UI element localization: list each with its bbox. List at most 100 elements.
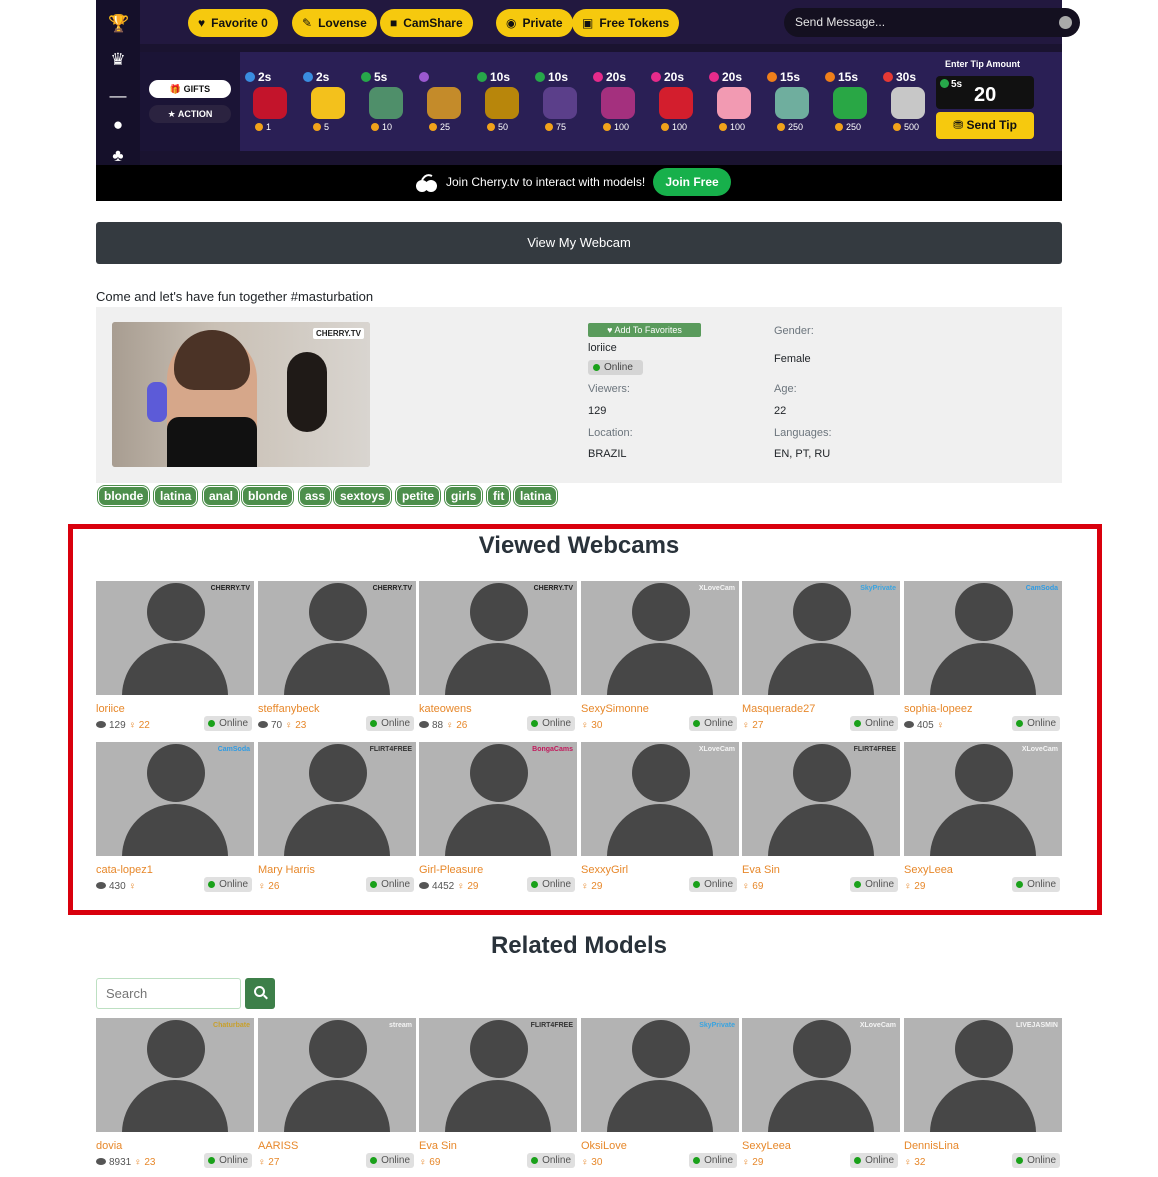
model-thumbnail[interactable]: FLIRT4FREE (742, 742, 900, 856)
gifts-tab[interactable]: 🎁 GIFTS (149, 80, 231, 98)
pill-0[interactable]: ♥ Favorite 0 (188, 9, 278, 37)
model-name[interactable]: Eva Sin (742, 864, 780, 876)
model-thumbnail[interactable]: XLoveCam (581, 742, 739, 856)
search-input[interactable] (96, 978, 241, 1009)
search-button[interactable] (245, 978, 275, 1009)
send-tip-button[interactable]: ⛃ Send Tip (936, 112, 1034, 139)
model-thumbnail[interactable]: SkyPrivate (581, 1018, 739, 1132)
model-card[interactable]: LIVEJASMIN DennisLina ♀ 32 Online (904, 1018, 1062, 1174)
model-name[interactable]: dovia (96, 1140, 122, 1152)
tip-amount-input[interactable]: 5s 20 (936, 76, 1034, 109)
model-name[interactable]: cata-lopez1 (96, 864, 153, 876)
gift-item[interactable]: 20s 100 (651, 70, 705, 140)
model-name[interactable]: Girl-Pleasure (419, 864, 483, 876)
gift-item[interactable]: 10s 50 (477, 70, 531, 140)
model-card[interactable]: stream AARISS ♀ 27 Online (258, 1018, 416, 1174)
add-to-favorites-button[interactable]: ♥ Add To Favorites (588, 323, 701, 337)
view-my-webcam-button[interactable]: View My Webcam (96, 222, 1062, 264)
minus-icon[interactable]: — (108, 86, 128, 106)
profile-thumbnail[interactable]: CHERRY.TV (112, 322, 370, 467)
tag-chip[interactable]: latina (152, 485, 199, 507)
pill-1[interactable]: ✎ Lovense (292, 9, 377, 37)
pill-3[interactable]: ◉ Private (496, 9, 573, 37)
tag-chip[interactable]: blonde (240, 485, 295, 507)
model-thumbnail[interactable]: XLoveCam (581, 581, 739, 695)
tag-chip[interactable]: petite (394, 485, 442, 507)
tag-chip[interactable]: sextoys (333, 485, 392, 507)
model-thumbnail[interactable]: stream (258, 1018, 416, 1132)
model-thumbnail[interactable]: FLIRT4FREE (258, 742, 416, 856)
tag-chip[interactable]: latina (512, 485, 559, 507)
tag-chip[interactable]: blonde (96, 485, 151, 507)
gift-item[interactable]: 30s 500 (883, 70, 937, 140)
pill-2[interactable]: ■ CamShare (380, 9, 473, 37)
model-name[interactable]: Masquerade27 (742, 703, 815, 715)
model-thumbnail[interactable]: FLIRT4FREE (419, 1018, 577, 1132)
gift-item[interactable]: 15s 250 (825, 70, 879, 140)
model-card[interactable]: CamSoda cata-lopez1 430 ♀ Online (96, 742, 254, 898)
gift-item[interactable]: 2s 5 (303, 70, 357, 140)
tag-chip[interactable]: fit (485, 485, 512, 507)
model-card[interactable]: FLIRT4FREE Eva Sin ♀ 69 Online (742, 742, 900, 898)
model-name[interactable]: SexySimonne (581, 703, 649, 715)
gift-item[interactable]: 5s 10 (361, 70, 415, 140)
model-thumbnail[interactable]: BongaCams (419, 742, 577, 856)
trophy-icon[interactable]: 🏆 (108, 14, 129, 34)
gift-price-label: 250 (788, 122, 804, 132)
send-message-input[interactable]: Send Message... (784, 8, 1080, 37)
gift-item[interactable]: 20s 100 (593, 70, 647, 140)
model-thumbnail[interactable]: CamSoda (904, 581, 1062, 695)
model-card[interactable]: CHERRY.TV steffanybeck 70 ♀ 23 Online (258, 581, 416, 737)
gift-item[interactable]: 25 (419, 70, 473, 140)
model-name[interactable]: sophia-lopeez (904, 703, 973, 715)
model-card[interactable]: XLoveCam SexyLeea ♀ 29 Online (904, 742, 1062, 898)
model-name[interactable]: Eva Sin (419, 1140, 457, 1152)
model-name[interactable]: OksiLove (581, 1140, 627, 1152)
model-card[interactable]: XLoveCam SexyLeea ♀ 29 Online (742, 1018, 900, 1174)
chat-icon[interactable]: ● (108, 115, 128, 135)
model-card[interactable]: BongaCams Girl-Pleasure 4452 ♀ 29 Online (419, 742, 577, 898)
model-thumbnail[interactable]: CHERRY.TV (258, 581, 416, 695)
model-card[interactable]: SkyPrivate OksiLove ♀ 30 Online (581, 1018, 739, 1174)
model-card[interactable]: XLoveCam SexySimonne ♀ 30 Online (581, 581, 739, 737)
model-name[interactable]: Mary Harris (258, 864, 315, 876)
model-name[interactable]: SexyLeea (742, 1140, 791, 1152)
model-name[interactable]: steffanybeck (258, 703, 320, 715)
model-card[interactable]: Chaturbate dovia 8931 ♀ 23 Online (96, 1018, 254, 1174)
action-tab[interactable]: ★ ACTION (149, 105, 231, 123)
model-name[interactable]: SexyLeea (904, 864, 953, 876)
globe-icon[interactable] (1059, 16, 1072, 29)
model-name[interactable]: loriice (96, 703, 125, 715)
model-name[interactable]: AARISS (258, 1140, 298, 1152)
model-card[interactable]: CHERRY.TV loriice 129 ♀ 22 Online (96, 581, 254, 737)
join-free-button[interactable]: Join Free (653, 168, 731, 196)
model-thumbnail[interactable]: XLoveCam (904, 742, 1062, 856)
gift-item[interactable]: 2s 1 (245, 70, 299, 140)
model-thumbnail[interactable]: CHERRY.TV (96, 581, 254, 695)
people-icon[interactable]: ♣ (108, 146, 128, 166)
model-name[interactable]: kateowens (419, 703, 472, 715)
model-card[interactable]: CamSoda sophia-lopeez 405 ♀ Online (904, 581, 1062, 737)
tag-chip[interactable]: girls (443, 485, 484, 507)
model-thumbnail[interactable]: CamSoda (96, 742, 254, 856)
tag-chip[interactable]: anal (201, 485, 241, 507)
model-card[interactable]: SkyPrivate Masquerade27 ♀ 27 Online (742, 581, 900, 737)
tag-chip[interactable]: ass (297, 485, 333, 507)
pill-icon: ✎ (302, 16, 313, 30)
pill-4[interactable]: ▣ Free Tokens (572, 9, 680, 37)
model-card[interactable]: FLIRT4FREE Eva Sin ♀ 69 Online (419, 1018, 577, 1174)
model-thumbnail[interactable]: LIVEJASMIN (904, 1018, 1062, 1132)
gift-item[interactable]: 10s 75 (535, 70, 589, 140)
gift-item[interactable]: 15s 250 (767, 70, 821, 140)
model-card[interactable]: XLoveCam SexxyGirl ♀ 29 Online (581, 742, 739, 898)
model-thumbnail[interactable]: SkyPrivate (742, 581, 900, 695)
model-thumbnail[interactable]: Chaturbate (96, 1018, 254, 1132)
model-card[interactable]: CHERRY.TV kateowens 88 ♀ 26 Online (419, 581, 577, 737)
model-card[interactable]: FLIRT4FREE Mary Harris ♀ 26 Online (258, 742, 416, 898)
model-name[interactable]: SexxyGirl (581, 864, 628, 876)
crown-icon[interactable]: ♛ (108, 50, 128, 70)
gift-item[interactable]: 20s 100 (709, 70, 763, 140)
model-thumbnail[interactable]: XLoveCam (742, 1018, 900, 1132)
model-name[interactable]: DennisLina (904, 1140, 959, 1152)
model-thumbnail[interactable]: CHERRY.TV (419, 581, 577, 695)
